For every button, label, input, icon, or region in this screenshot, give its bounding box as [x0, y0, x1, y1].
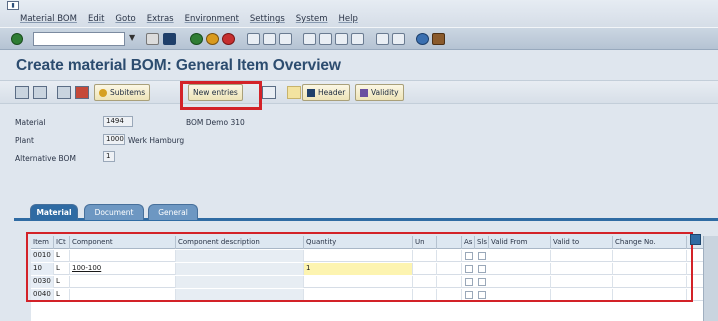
tab-document[interactable]: Document — [84, 204, 144, 220]
sap-system-icon[interactable]: ▮ — [7, 1, 19, 10]
command-field[interactable] — [33, 32, 125, 46]
menu-settings[interactable]: Settings — [250, 14, 285, 24]
material-field[interactable]: 1494 — [103, 116, 133, 127]
validity-button[interactable]: Validity — [355, 84, 404, 101]
print-icon[interactable] — [247, 33, 260, 45]
menu-system[interactable]: System — [296, 14, 328, 24]
plant-label: Plant — [15, 136, 34, 145]
header-icon — [307, 88, 315, 97]
last-page-icon[interactable] — [351, 33, 364, 45]
find-icon[interactable] — [263, 33, 276, 45]
material-description: BOM Demo 310 — [186, 118, 245, 127]
note-icon[interactable] — [287, 86, 301, 99]
menu-material-bom[interactable]: Material BOM — [20, 14, 77, 24]
table-highlight — [26, 232, 693, 302]
validity-icon — [360, 88, 368, 97]
standard-toolbar: ▼ — [0, 27, 718, 50]
item-detail-icon[interactable] — [33, 86, 47, 99]
shortcut-icon[interactable] — [392, 33, 405, 45]
delete-icon[interactable] — [75, 86, 89, 99]
first-page-icon[interactable] — [303, 33, 316, 45]
menu-edit[interactable]: Edit — [88, 14, 104, 24]
menu-goto[interactable]: Goto — [115, 14, 135, 24]
header-label: Header — [318, 88, 346, 97]
items-icon[interactable] — [15, 86, 29, 99]
new-session-icon[interactable] — [376, 33, 389, 45]
subitems-label: Subitems — [110, 88, 146, 97]
column-settings-icon[interactable] — [690, 234, 701, 245]
plant-field[interactable]: 1000 — [103, 134, 125, 145]
menu-help[interactable]: Help — [338, 14, 357, 24]
subitems-icon — [99, 88, 107, 97]
plant-description: Werk Hamburg — [128, 136, 185, 145]
application-toolbar: Subitems New entries Header Validity — [0, 80, 718, 104]
vertical-scrollbar[interactable] — [703, 236, 718, 321]
header-button[interactable]: Header — [302, 84, 351, 101]
save-icon[interactable] — [163, 33, 176, 45]
next-page-icon[interactable] — [335, 33, 348, 45]
page-title: Create material BOM: General Item Overvi… — [16, 57, 341, 74]
back-icon[interactable] — [190, 33, 203, 45]
copy-icon[interactable] — [262, 86, 276, 99]
material-label: Material — [15, 118, 46, 127]
tab-general[interactable]: General — [148, 204, 198, 220]
alternative-bom-field[interactable]: 1 — [103, 151, 115, 162]
menu-extras[interactable]: Extras — [147, 14, 174, 24]
previous-page-icon[interactable] — [319, 33, 332, 45]
exit-icon[interactable] — [206, 33, 219, 45]
layout-menu-icon[interactable] — [432, 33, 445, 45]
help-icon[interactable] — [416, 33, 429, 45]
new-entries-highlight — [180, 81, 262, 110]
back-arrow-icon[interactable] — [146, 33, 159, 45]
find-next-icon[interactable] — [279, 33, 292, 45]
menu-bar: ▮ Material BOM Edit Goto Extras Environm… — [0, 0, 718, 27]
menu-environment[interactable]: Environment — [185, 14, 239, 24]
validity-label: Validity — [371, 88, 399, 97]
command-dropdown-icon[interactable]: ▼ — [129, 33, 135, 42]
tab-material[interactable]: Material — [30, 204, 78, 220]
bom-icon[interactable] — [57, 86, 71, 99]
subitems-button[interactable]: Subitems — [94, 84, 151, 101]
alternative-bom-label: Alternative BOM — [15, 154, 76, 163]
menu-items: Material BOM Edit Goto Extras Environmen… — [20, 14, 358, 24]
cancel-icon[interactable] — [222, 33, 235, 45]
enter-icon[interactable] — [11, 33, 23, 45]
tab-strip: Material Document General — [14, 200, 718, 221]
